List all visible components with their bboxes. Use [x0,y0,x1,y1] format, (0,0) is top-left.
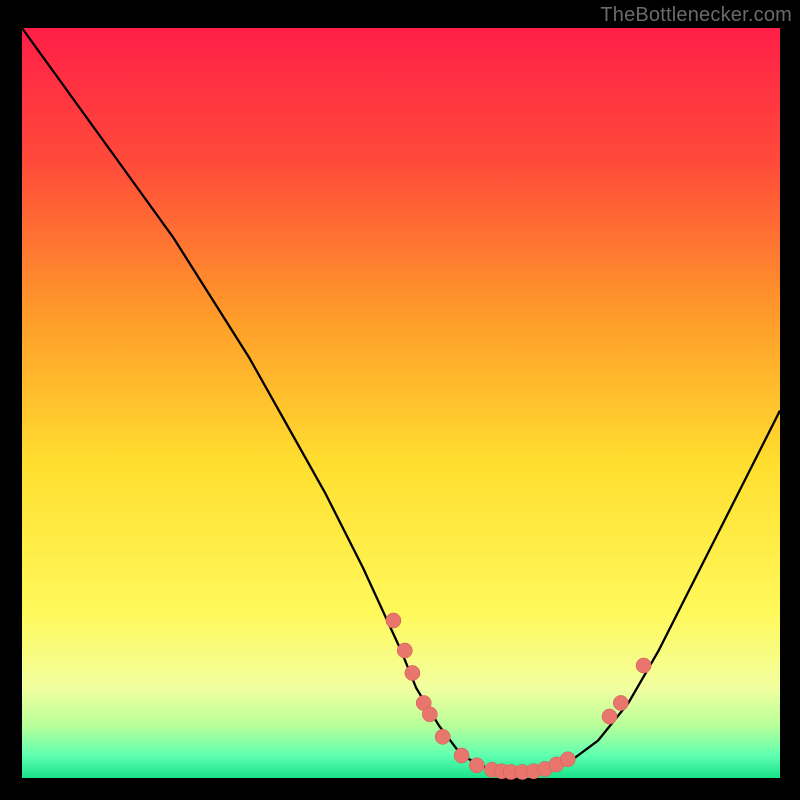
bottleneck-chart [0,0,800,800]
sample-dot [405,665,420,680]
sample-dot [454,748,469,763]
sample-dot [469,758,484,773]
sample-dot [422,707,437,722]
watermark-text: TheBottlenecker.com [600,4,792,27]
sample-dot [435,729,450,744]
sample-dot [386,613,401,628]
sample-dot [636,658,651,673]
sample-dot [613,695,628,710]
plot-background [22,28,780,778]
sample-dot [397,643,412,658]
sample-dot [560,752,575,767]
chart-stage: TheBottlenecker.com [0,0,800,800]
sample-dot [602,709,617,724]
